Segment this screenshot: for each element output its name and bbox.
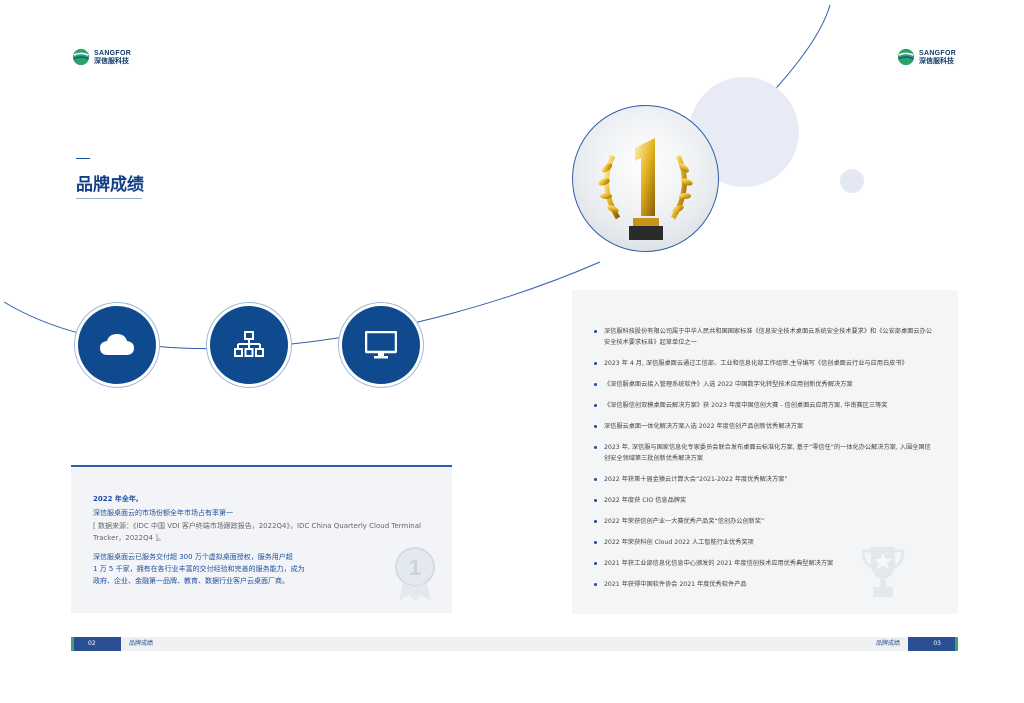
sangfor-logo-right: SANGFOR 深信服科技 — [897, 48, 956, 66]
footer-label-left: 品牌成绩 — [129, 640, 154, 647]
cloud-feature-circle — [75, 303, 159, 387]
logo-text-en: SANGFOR — [94, 49, 132, 57]
monitor-icon — [365, 331, 397, 359]
service-description-line: 1 万 5 千家，拥有在各行业丰富的交付经验和完善的服务能力，成为 — [93, 565, 305, 573]
logo-mark-icon — [72, 48, 90, 66]
award-item: 2023 年, 深信服与国家信息化专家委员会联合发布桌面云标准化方案, 基于“零… — [594, 442, 934, 464]
service-description-line: 深信服桌面云已服务交付超 300 万个虚拟桌面授权，服务用户超 — [93, 553, 293, 561]
data-source-line: [ 数据来源：《IDC 中国 VDI 客户终端市场跟踪报告，2022Q4》，ID… — [93, 522, 421, 542]
medal-number-one-icon: 1 — [395, 547, 435, 601]
award-item: 深信服科技股份有限公司属于中华人民共和国国家标准《信息安全技术桌面云系统安全技术… — [594, 326, 934, 348]
trophy-cup-icon — [861, 547, 905, 597]
footer-right: 品牌成绩 03 — [517, 637, 958, 651]
service-description: 深信服桌面云已服务交付超 300 万个虚拟桌面授权，服务用户超 1 万 5 千家… — [93, 551, 333, 587]
market-share-card: 2022 年全年, 深信服桌面云的市场份额全年市场占有率第一 [ 数据来源：《I… — [71, 465, 452, 613]
award-item: 《深信服桌面云接入管理系统软件》入选 2022 中国数字化转型技术应用创新优秀解… — [594, 379, 934, 390]
network-feature-circle — [207, 303, 291, 387]
logo-text-cn: 深信服科技 — [94, 56, 129, 65]
trophy-icon — [598, 138, 693, 240]
sangfor-logo-left: SANGFOR 深信服科技 — [72, 48, 131, 66]
awards-card: 深信服科技股份有限公司属于中华人民共和国国家标准《信息安全技术桌面云系统安全技术… — [572, 290, 958, 614]
award-item: 《深信服信创双模桌面云解决方案》获 2023 年度中国信创大赛 - 信创桌面云应… — [594, 400, 934, 411]
footer-label-right: 品牌成绩 — [875, 640, 900, 647]
svg-text:1: 1 — [409, 555, 421, 580]
logo-text-cn: 深信服科技 — [919, 56, 954, 65]
award-item: 深信服云桌面一体化解决方案入选 2022 年度信创产品创新优秀解决方案 — [594, 421, 934, 432]
logo-text-en: SANGFOR — [919, 49, 957, 57]
award-item: 2022 年荣获信创产业一大赛优秀产品奖“信创办公创新奖” — [594, 516, 934, 527]
award-item: 2023 年 4 月, 深信服桌面云通过工信部、工业和信息化部工作组审,主导编写… — [594, 358, 934, 369]
monitor-feature-circle — [339, 303, 423, 387]
title-divider-bottom — [76, 198, 142, 199]
page-title: 品牌成绩 — [76, 175, 144, 195]
page-number-left: 02 — [71, 637, 121, 651]
network-tree-icon — [234, 331, 264, 357]
logo-mark-icon — [897, 48, 915, 66]
trophy-image — [572, 105, 719, 252]
market-year-line: 2022 年全年, — [93, 495, 139, 503]
market-share-line: 深信服桌面云的市场份额全年市场占有率第一 — [93, 509, 233, 517]
title-divider-top — [76, 158, 90, 159]
page-number-right: 03 — [908, 637, 958, 651]
footer-left: 02 品牌成绩 — [71, 637, 517, 651]
award-item: 2022 年度获 CIO 信息品牌奖 — [594, 495, 934, 506]
award-item: 2022 年获第十届金猿云计算大会“2021-2022 年度优秀解决方案” — [594, 474, 934, 485]
cloud-icon — [100, 334, 134, 355]
service-description-line: 政府、企业、金融第一品牌、教育、数据行业客户云桌面厂商。 — [93, 577, 289, 585]
